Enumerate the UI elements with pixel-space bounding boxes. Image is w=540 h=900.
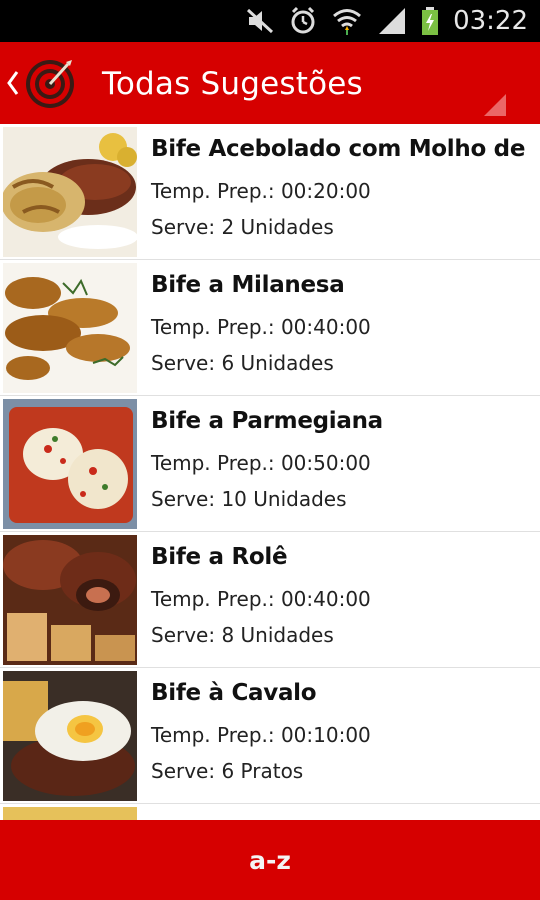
recipe-serving: Serve: 8 Unidades bbox=[151, 623, 334, 647]
recipe-title: Bife a Milanesa bbox=[151, 272, 345, 298]
recipe-prep-time: Temp. Prep.: 00:40:00 bbox=[151, 587, 371, 611]
recipe-title: Bife à Cavalo bbox=[151, 680, 317, 706]
alarm-icon bbox=[291, 6, 315, 34]
status-bar: 03:22 bbox=[0, 0, 540, 42]
recipe-list[interactable]: Bife Acebolado com Molho de Temp. Prep.:… bbox=[0, 124, 540, 820]
list-item-partial[interactable] bbox=[0, 804, 540, 820]
list-item[interactable]: Bife à Cavalo Temp. Prep.: 00:10:00 Serv… bbox=[0, 668, 540, 804]
target-logo-icon[interactable] bbox=[24, 58, 76, 110]
status-icons: 03:22 bbox=[245, 0, 528, 42]
recipe-prep-time: Temp. Prep.: 00:40:00 bbox=[151, 315, 371, 339]
bottom-bar: a-z bbox=[0, 820, 540, 900]
wifi-icon bbox=[333, 9, 362, 35]
battery-charging-icon bbox=[422, 7, 439, 35]
list-item[interactable]: Bife a Parmegiana Temp. Prep.: 00:50:00 … bbox=[0, 396, 540, 532]
page-title: Todas Sugestões bbox=[102, 66, 363, 102]
list-item[interactable]: Bife a Rolê Temp. Prep.: 00:40:00 Serve:… bbox=[0, 532, 540, 668]
recipe-prep-time: Temp. Prep.: 00:20:00 bbox=[151, 179, 371, 203]
recipe-thumbnail bbox=[3, 399, 137, 529]
recipe-prep-time: Temp. Prep.: 00:50:00 bbox=[151, 451, 371, 475]
recipe-thumbnail bbox=[3, 263, 137, 393]
recipe-thumbnail bbox=[3, 807, 137, 820]
status-clock: 03:22 bbox=[453, 6, 528, 36]
recipe-serving: Serve: 10 Unidades bbox=[151, 487, 347, 511]
signal-icon bbox=[379, 8, 406, 34]
list-item[interactable]: Bife Acebolado com Molho de Temp. Prep.:… bbox=[0, 124, 540, 260]
recipe-serving: Serve: 2 Unidades bbox=[151, 215, 334, 239]
spinner-corner-icon[interactable] bbox=[484, 94, 506, 116]
recipe-thumbnail bbox=[3, 535, 137, 665]
recipe-title: Bife Acebolado com Molho de bbox=[151, 136, 526, 162]
recipe-title: Bife a Parmegiana bbox=[151, 408, 383, 434]
sort-az-button[interactable]: a-z bbox=[249, 846, 291, 875]
mute-icon bbox=[247, 8, 274, 34]
recipe-thumbnail bbox=[3, 671, 137, 801]
back-chevron-icon[interactable] bbox=[6, 70, 20, 96]
recipe-serving: Serve: 6 Pratos bbox=[151, 759, 304, 783]
recipe-prep-time: Temp. Prep.: 00:10:00 bbox=[151, 723, 371, 747]
recipe-thumbnail bbox=[3, 127, 137, 257]
list-item[interactable]: Bife a Milanesa Temp. Prep.: 00:40:00 Se… bbox=[0, 260, 540, 396]
recipe-serving: Serve: 6 Unidades bbox=[151, 351, 334, 375]
app-bar: Todas Sugestões bbox=[0, 42, 540, 124]
recipe-title: Bife a Rolê bbox=[151, 544, 288, 570]
